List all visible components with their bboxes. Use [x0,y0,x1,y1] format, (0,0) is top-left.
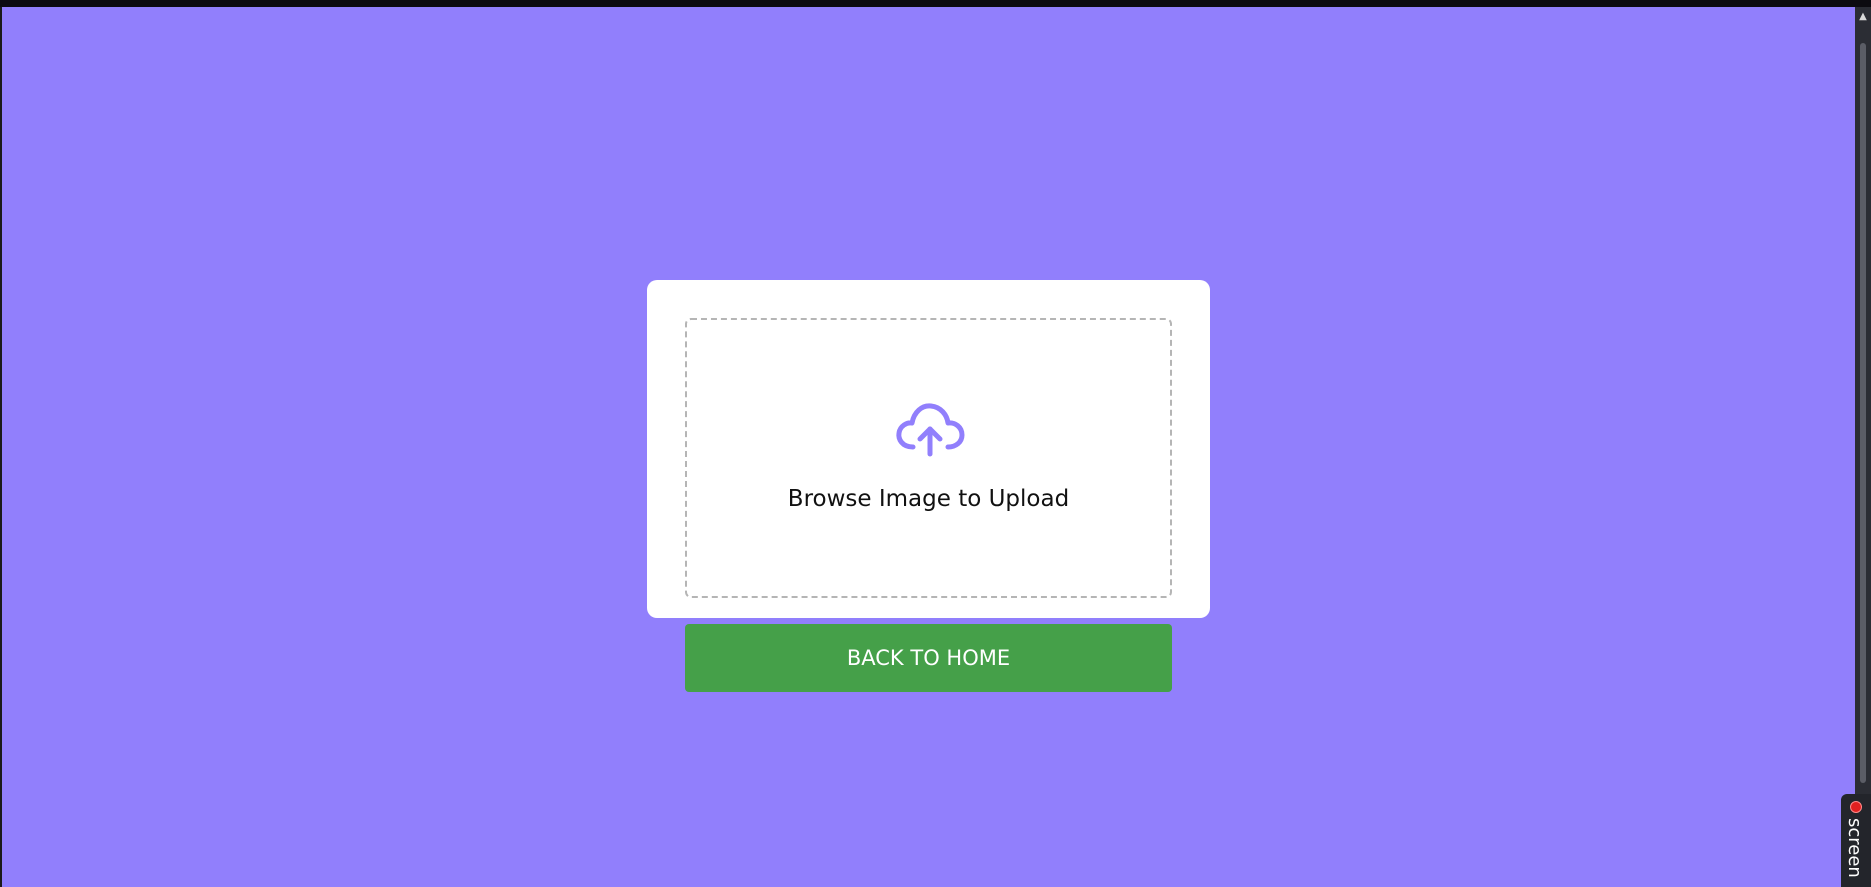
browser-top-bar [0,0,1871,7]
cloud-upload-icon [896,403,965,457]
upload-card: Browse Image to Upload [647,280,1210,618]
scrollbar-thumb[interactable] [1860,43,1866,783]
back-to-home-button[interactable]: BACK TO HOME [685,624,1172,692]
page-scrollbar[interactable]: ▲ [1855,7,1871,887]
screen-recorder-tab[interactable]: screen [1841,794,1871,887]
scroll-up-icon[interactable]: ▲ [1855,11,1871,23]
record-icon [1850,801,1862,813]
upload-label: Browse Image to Upload [787,486,1070,512]
recorder-label: screen [1844,818,1865,878]
image-dropzone[interactable]: Browse Image to Upload [685,318,1172,598]
